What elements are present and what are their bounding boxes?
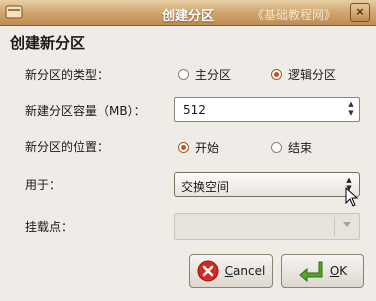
radio-primary-label[interactable]: 主分区 (195, 66, 231, 83)
radio-primary-partition[interactable]: 主分区 (178, 66, 231, 83)
use-as-value[interactable]: 交换空间 (181, 178, 229, 195)
radio-beginning-label[interactable]: 开始 (195, 139, 219, 156)
ok-button[interactable]: OK (281, 254, 364, 288)
cancel-icon (197, 260, 219, 282)
dialog-heading: 创建新分区 (10, 34, 86, 52)
cancel-button[interactable]: Cancel (189, 254, 273, 288)
radio-position-beginning[interactable]: 开始 (178, 139, 219, 156)
partition-type-label: 新分区的类型： (25, 68, 110, 82)
cancel-label: Cancel (224, 264, 266, 278)
radio-logical-partition[interactable]: 逻辑分区 (271, 66, 336, 83)
close-button[interactable]: × (350, 3, 370, 22)
partition-size-spinbutton[interactable]: 512 ▲ ▼ (174, 97, 360, 122)
partition-size-label: 新建分区容量（MB）： (25, 104, 146, 118)
spin-down-icon[interactable]: ▼ (345, 109, 357, 118)
use-as-combobox[interactable]: 交换空间 ▲ ▼ (174, 172, 360, 197)
title-bar[interactable]: 创建分区 《基础教程网》 × (0, 0, 376, 26)
mount-point-label: 挂载点： (25, 220, 74, 234)
partition-position-label: 新分区的位置： (25, 140, 110, 154)
radio-primary-indicator[interactable] (178, 69, 189, 80)
combo-separator (334, 217, 335, 236)
radio-end-label[interactable]: 结束 (288, 139, 312, 156)
mouse-pointer-icon (345, 187, 359, 207)
use-as-label: 用于： (25, 178, 62, 192)
radio-position-end[interactable]: 结束 (271, 139, 312, 156)
watermark-text: 《基础教程网》 (251, 8, 336, 22)
ok-arrow-icon (299, 261, 323, 282)
partition-size-value[interactable]: 512 (183, 103, 206, 117)
radio-logical-label[interactable]: 逻辑分区 (288, 66, 336, 83)
mount-point-combobox (174, 213, 360, 240)
radio-beginning-indicator[interactable] (178, 142, 189, 153)
radio-end-indicator[interactable] (271, 142, 282, 153)
ok-label: OK (329, 264, 348, 278)
spin-up-icon[interactable]: ▲ (345, 100, 357, 109)
chevron-down-icon (343, 222, 351, 227)
radio-logical-indicator[interactable] (271, 69, 282, 80)
